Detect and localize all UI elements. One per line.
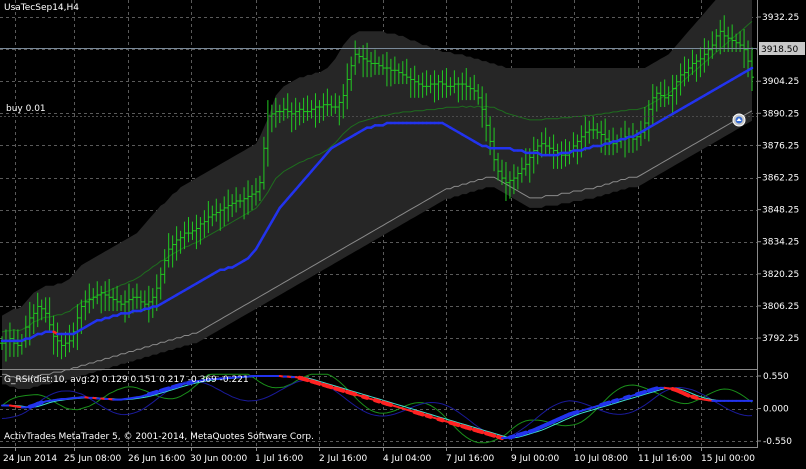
indicator-tick-label: -0.550	[763, 437, 792, 447]
trade-marker-icon[interactable]	[732, 113, 746, 127]
time-tick-label: 24 Jun 2014	[3, 454, 57, 464]
price-tick-label: 3862.25	[762, 174, 799, 184]
price-tick-label: 3904.25	[762, 77, 799, 87]
price-tick-label: 3834.25	[762, 238, 799, 248]
price-tick-label: 3820.25	[762, 270, 799, 280]
time-tick-label: 25 Jun 08:00	[64, 454, 121, 464]
time-tick-label: 26 Jun 16:00	[128, 454, 185, 464]
price-tick-label: 3932.25	[762, 13, 799, 23]
time-tick-label: 4 Jul 04:00	[383, 454, 432, 464]
price-tick-label: 3848.25	[762, 206, 799, 216]
time-tick-label: 30 Jun 00:00	[190, 454, 247, 464]
price-tick-label: 3876.25	[762, 141, 799, 151]
price-tick-label: 3792.25	[762, 334, 799, 344]
current-price-value: 3918.50	[761, 45, 798, 55]
copyright-text: ActivTrades MetaTrader 5, © 2001-2014, M…	[4, 432, 314, 442]
price-tick-label: 3806.25	[762, 302, 799, 312]
chart-canvas[interactable]: 3932.25 3904.25 3890.25 3876.25 3862.25 3848.…	[0, 0, 806, 465]
indicator-tick-label: 0.550	[763, 372, 789, 382]
chart-title: UsaTecSep14,H4	[4, 3, 80, 13]
time-tick-label: 15 Jul 00:00	[701, 454, 755, 464]
time-tick-label: 2 Jul 16:00	[319, 454, 368, 464]
time-tick-label: 1 Jul 16:00	[255, 454, 304, 464]
chart-window[interactable]: 3932.25 3904.25 3890.25 3876.25 3862.25 3848.…	[0, 0, 806, 465]
time-tick-label: 9 Jul 00:00	[511, 454, 560, 464]
indicator-tick-label: 0.000	[763, 405, 789, 415]
price-tick-label: 3890.25	[762, 109, 799, 119]
time-tick-label: 11 Jul 16:00	[638, 454, 692, 464]
trade-label[interactable]: buy 0.01	[6, 104, 46, 115]
time-tick-label: 10 Jul 08:00	[574, 454, 628, 464]
indicator-label: G_RSI(dist:10, avg:2) 0.129 0.151 0.217 …	[4, 375, 249, 385]
time-tick-label: 7 Jul 16:00	[446, 454, 495, 464]
